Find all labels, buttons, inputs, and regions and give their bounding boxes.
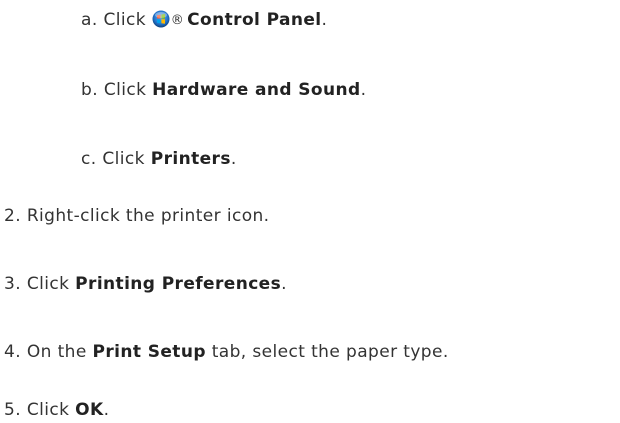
step-punctuation: . xyxy=(230,149,237,169)
step-punctuation: . xyxy=(103,400,110,420)
printing-preferences-label: Printing Preferences xyxy=(75,274,282,294)
windows-start-orb-icon xyxy=(152,10,170,28)
step-punctuation: . xyxy=(360,80,367,100)
ok-label: OK xyxy=(75,400,104,420)
step-text: Click xyxy=(103,10,146,30)
step-text: Click xyxy=(26,400,70,420)
step-text: Click xyxy=(26,274,70,294)
step-4: 4. On the Print Setup tab, select the pa… xyxy=(4,341,449,363)
step-text: Click xyxy=(102,149,145,169)
step-punctuation: . xyxy=(321,10,328,30)
step-marker: b. xyxy=(81,80,98,100)
control-panel-label: Control Panel xyxy=(187,10,322,30)
step-b: b. Click Hardware and Sound. xyxy=(81,79,366,101)
step-marker: a. xyxy=(81,10,98,30)
registered-mark: ® xyxy=(170,13,185,28)
step-a: a. Click ® Control Panel. xyxy=(81,9,327,32)
step-marker: 5. xyxy=(4,400,22,420)
step-text-suffix: tab, select the paper type. xyxy=(211,342,449,362)
step-2: 2. Right-click the printer icon. xyxy=(4,205,269,227)
step-punctuation: . xyxy=(281,274,287,294)
printers-label: Printers xyxy=(150,149,231,169)
step-5: 5. Click OK. xyxy=(4,399,109,421)
step-marker: c. xyxy=(81,149,97,169)
step-3: 3. Click Printing Preferences. xyxy=(4,273,287,295)
step-c: c. Click Printers. xyxy=(81,148,237,170)
step-text: On the xyxy=(26,342,87,362)
hardware-and-sound-label: Hardware and Sound xyxy=(152,80,361,100)
step-text: Click xyxy=(103,80,147,100)
step-marker: 3. xyxy=(4,274,22,294)
step-marker: 2. xyxy=(4,206,22,226)
print-setup-label: Print Setup xyxy=(92,342,206,362)
step-text: Right-click the printer icon. xyxy=(26,206,270,226)
step-marker: 4. xyxy=(4,342,22,362)
